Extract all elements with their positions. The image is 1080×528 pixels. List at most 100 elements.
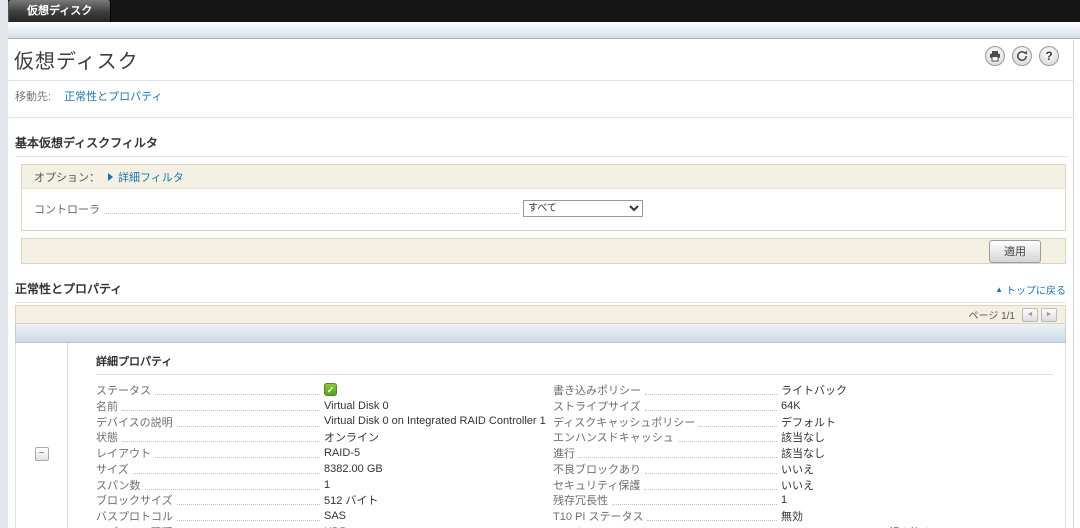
property-value: 1 bbox=[324, 478, 331, 491]
dotted-leader bbox=[176, 504, 320, 506]
top-tab-bar: 仮想ディスク bbox=[8, 0, 1080, 22]
jump-link-health-properties[interactable]: 正常性とプロパティ bbox=[64, 91, 162, 103]
sub-tab-bar bbox=[8, 22, 1080, 39]
property-label: スパン数 bbox=[96, 479, 141, 492]
advanced-filter-link[interactable]: 詳細フィルタ bbox=[108, 169, 184, 185]
jump-to-label: 移動先: bbox=[15, 91, 52, 103]
property-value: 該当なし bbox=[781, 432, 825, 445]
property-value: デフォルト bbox=[781, 416, 836, 429]
property-label: エンハンスドキャッシュ bbox=[553, 432, 674, 445]
dotted-leader bbox=[155, 393, 320, 395]
dotted-leader bbox=[699, 425, 777, 427]
back-to-top-link[interactable]: ▲ トップに戻る bbox=[995, 282, 1066, 297]
detail-properties-panel: 詳細プロパティ ステータス ✓ 名前 Virtual Disk 0 デバイスの説… bbox=[68, 343, 1065, 528]
back-to-top-label: トップに戻る bbox=[1006, 286, 1066, 297]
dotted-leader bbox=[647, 520, 777, 522]
property-value: ✓ bbox=[324, 383, 337, 397]
property-label: 進行 bbox=[553, 448, 575, 461]
property-row: 書き込みポリシー ライトバック bbox=[553, 382, 1053, 398]
tab-virtual-disk[interactable]: 仮想ディスク bbox=[8, 0, 112, 22]
expander-cell: − bbox=[16, 343, 68, 528]
dotted-leader bbox=[155, 457, 320, 459]
property-value: いいえ bbox=[781, 463, 814, 476]
filter-box: オプション： 詳細フィルタ コントローラ すべて bbox=[21, 164, 1066, 231]
options-label: オプション： bbox=[34, 171, 100, 184]
dotted-leader bbox=[644, 409, 777, 411]
property-row: サイズ 8382.00 GB bbox=[96, 461, 553, 477]
property-value: SAS bbox=[324, 510, 347, 523]
property-row: 名前 Virtual Disk 0 bbox=[96, 398, 553, 414]
printer-icon bbox=[990, 51, 1000, 62]
property-label: コントローラ bbox=[553, 524, 619, 528]
health-section-header: 正常性とプロパティ ▲ トップに戻る bbox=[15, 280, 1066, 303]
property-label: デバイスの説明 bbox=[96, 416, 173, 429]
help-button[interactable]: ? bbox=[1039, 46, 1059, 66]
page-title: 仮想ディスク bbox=[14, 51, 139, 73]
detail-left-column: ステータス ✓ 名前 Virtual Disk 0 デバイスの説明 Virtua… bbox=[96, 382, 553, 528]
dotted-leader bbox=[132, 472, 320, 474]
property-label: 不良ブロックあり bbox=[553, 463, 641, 476]
property-row: 状態 オンライン bbox=[96, 429, 553, 445]
property-label: バスプロトコル bbox=[96, 511, 173, 524]
property-label: T10 PI ステータス bbox=[553, 511, 644, 524]
property-label: セキュリティ保護 bbox=[553, 479, 641, 492]
divider bbox=[8, 117, 1073, 118]
virtual-disk-table: ページ 1/1 ◄ ► − 詳細プロパティ ステータス ✓ 名前 Virtual… bbox=[15, 305, 1066, 528]
print-button[interactable] bbox=[985, 46, 1005, 66]
property-row: バスプロトコル SAS bbox=[96, 508, 553, 524]
question-icon: ? bbox=[1045, 49, 1053, 63]
property-label: ディスクキャッシュポリシー bbox=[553, 416, 696, 429]
table-header bbox=[15, 324, 1066, 343]
detail-right-column: 書き込みポリシー ライトバック ストライプサイズ 64K ディスクキャッシュポリ… bbox=[553, 382, 1053, 528]
virtual-disk-row: − 詳細プロパティ ステータス ✓ 名前 Virtual Disk 0 デバイス… bbox=[15, 343, 1066, 528]
property-value: 無効 bbox=[781, 511, 803, 524]
property-row: 不良ブロックあり いいえ bbox=[553, 461, 1053, 477]
refresh-button[interactable] bbox=[1012, 46, 1032, 66]
apply-button[interactable]: 適用 bbox=[989, 239, 1041, 263]
collapse-row-button[interactable]: − bbox=[34, 446, 49, 461]
up-arrow-icon: ▲ bbox=[995, 285, 1003, 294]
advanced-filter-label: 詳細フィルタ bbox=[118, 171, 184, 184]
property-row: ストライプサイズ 64K bbox=[553, 398, 1053, 414]
property-value: ライトバック bbox=[781, 384, 847, 397]
jump-to-row: 移動先: 正常性とプロパティ bbox=[8, 81, 1073, 111]
property-value: オンライン bbox=[324, 432, 379, 445]
property-label: ブロックサイズ bbox=[96, 495, 173, 508]
property-row: 残存冗長性 1 bbox=[553, 493, 1053, 509]
dotted-leader bbox=[176, 425, 320, 427]
property-label: 残存冗長性 bbox=[553, 495, 608, 508]
dotted-leader bbox=[579, 457, 777, 459]
refresh-icon bbox=[1017, 50, 1028, 62]
dotted-leader bbox=[122, 441, 320, 443]
property-value: Virtual Disk 0 on Integrated RAID Contro… bbox=[324, 415, 546, 428]
detail-columns: ステータス ✓ 名前 Virtual Disk 0 デバイスの説明 Virtua… bbox=[96, 382, 1053, 528]
dotted-leader bbox=[177, 520, 320, 522]
filter-section-header: 基本仮想ディスクフィルタ bbox=[15, 134, 1067, 157]
prev-page-button[interactable]: ◄ bbox=[1022, 307, 1038, 322]
property-value: RAID-5 bbox=[324, 447, 361, 460]
next-page-button[interactable]: ► bbox=[1041, 307, 1057, 322]
controller-link[interactable]: PERC H730 Adapter (組み込み) bbox=[781, 524, 936, 528]
property-value: 512 バイト bbox=[324, 495, 379, 508]
property-row: ディスクキャッシュポリシー デフォルト bbox=[553, 414, 1053, 430]
apply-bar: 適用 bbox=[21, 238, 1066, 264]
property-value: 64K bbox=[781, 399, 801, 412]
pagination-bar-top: ページ 1/1 ◄ ► bbox=[15, 305, 1066, 324]
dotted-leader bbox=[645, 472, 777, 474]
dotted-leader bbox=[644, 488, 777, 490]
page-indicator: ページ 1/1 bbox=[968, 311, 1015, 322]
property-value: Virtual Disk 0 bbox=[324, 399, 389, 412]
property-label: ステータス bbox=[96, 384, 151, 397]
content-area: 仮想ディスク ? 移動先: 正常性とプロパティ 基本仮想ディスクフィルタ オプシ… bbox=[8, 40, 1074, 528]
status-ok-icon: ✓ bbox=[324, 383, 337, 397]
property-row: セキュリティ保護 いいえ bbox=[553, 477, 1053, 493]
property-row: ブロックサイズ 512 バイト bbox=[96, 493, 553, 509]
health-section-title: 正常性とプロパティ bbox=[15, 282, 123, 296]
property-value: 1 bbox=[781, 494, 788, 507]
detail-properties-title: 詳細プロパティ bbox=[96, 353, 1053, 375]
property-value: 該当なし bbox=[781, 448, 825, 461]
controller-select[interactable]: すべて bbox=[523, 200, 643, 217]
property-row: コントローラ PERC H730 Adapter (組み込み) bbox=[553, 524, 1053, 528]
property-row: スパン数 1 bbox=[96, 477, 553, 493]
dotted-leader bbox=[104, 213, 519, 214]
